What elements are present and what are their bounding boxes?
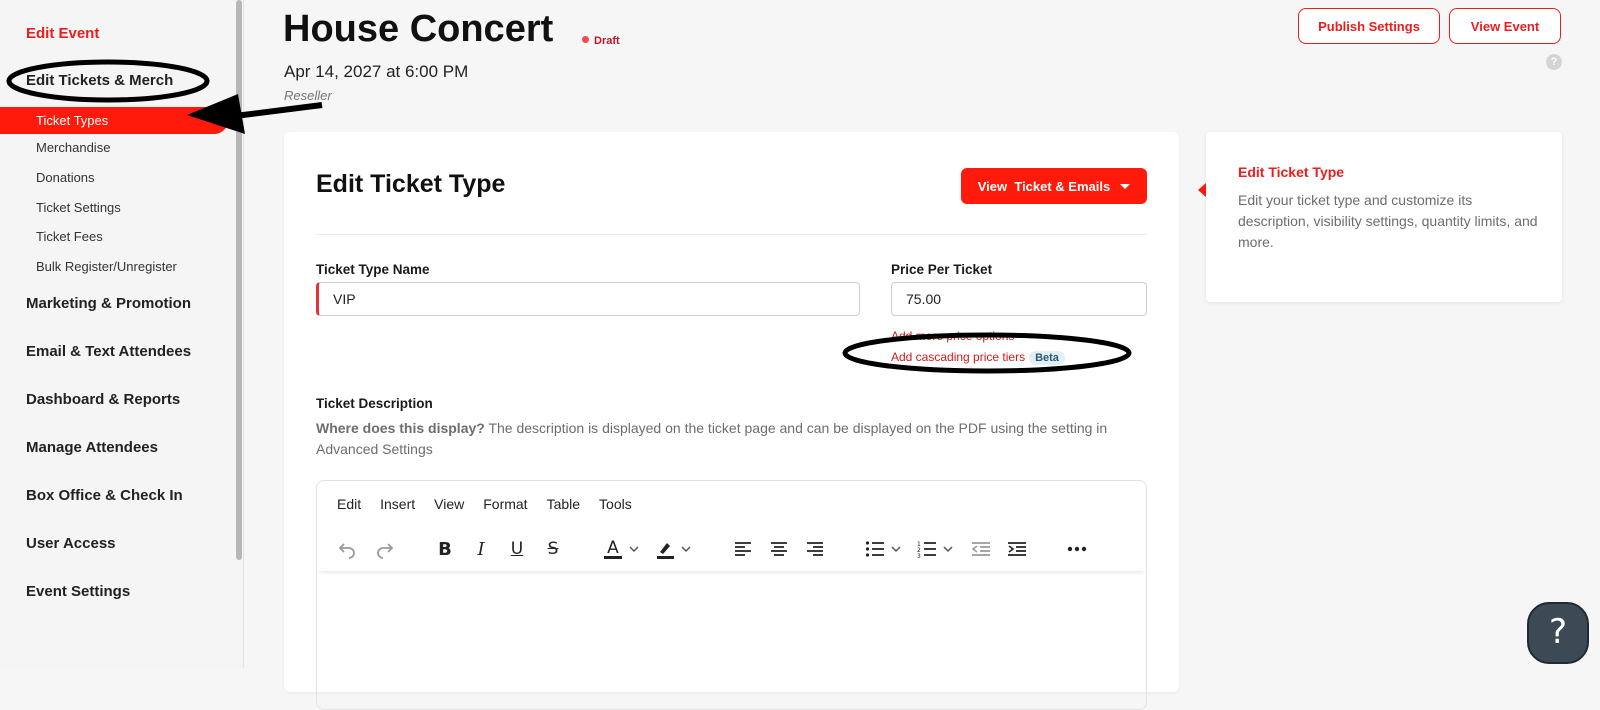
bullet-list-icon[interactable] [863,537,887,561]
description-label: Ticket Description [316,396,433,411]
align-center-icon[interactable] [767,537,791,561]
sidebar-item-edit-event[interactable]: Edit Event [26,25,99,42]
info-panel: Edit Ticket Type Edit your ticket type a… [1206,132,1562,302]
chevron-down-icon[interactable] [889,537,903,561]
beta-badge: Beta [1029,351,1065,365]
info-text: Edit your ticket type and customize its … [1238,192,1538,250]
underline-icon[interactable]: U [505,537,529,561]
sidebar-item-donations[interactable]: Donations [36,170,95,185]
text-color-icon[interactable]: A [601,537,625,561]
strikethrough-icon[interactable]: S [541,537,565,561]
price-input[interactable]: 75.00 [891,282,1147,316]
description-help-bold: Where does this display? [316,420,485,436]
sidebar-item-box-office[interactable]: Box Office & Check In [26,487,183,504]
sidebar-item-email-text[interactable]: Email & Text Attendees [26,343,191,360]
menu-edit[interactable]: Edit [337,496,361,512]
info-title: Edit Ticket Type [1238,164,1345,180]
numbered-list-icon[interactable]: 123 [915,537,939,561]
sidebar-item-marketing[interactable]: Marketing & Promotion [26,295,191,312]
view-ticket-emails-label: View Ticket & Emails [977,178,1111,194]
undo-icon[interactable] [335,537,359,561]
ticket-name-input[interactable]: VIP [316,282,860,316]
caret-down-icon [1120,183,1131,189]
status-dot-icon [582,36,589,43]
sidebar-item-manage-attendees[interactable]: Manage Attendees [26,439,158,456]
edit-ticket-card: Edit Ticket Type View Ticket & Emails Ti… [284,132,1179,710]
chevron-down-icon[interactable] [941,537,955,561]
rich-text-editor: Edit Insert View Format Table Tools B I U S A… [316,480,1147,710]
view-event-button[interactable]: View Event [1449,8,1561,44]
menu-table[interactable]: Table [547,496,580,512]
add-cascading-tiers-link[interactable]: Add cascading price tiers Beta [891,350,1065,365]
more-icon[interactable] [1065,537,1089,561]
price-label: Price Per Ticket [891,262,993,277]
align-left-icon[interactable] [731,537,755,561]
publish-settings-button[interactable]: Publish Settings [1298,8,1440,44]
status-label: Draft [594,35,620,47]
sidebar: Edit Event Edit Tickets & Merch Ticket T… [0,0,244,668]
description-help: Where does this display? The description… [316,418,1146,460]
sidebar-item-event-settings[interactable]: Event Settings [26,583,130,600]
help-icon[interactable]: ? [1546,54,1562,70]
divider [316,234,1147,235]
highlight-color-icon[interactable] [653,537,677,561]
menu-view[interactable]: View [434,496,464,512]
editor-menubar: Edit Insert View Format Table Tools [337,496,651,512]
ticket-name-label: Ticket Type Name [316,262,430,277]
sidebar-item-bulk-register[interactable]: Bulk Register/Unregister [36,259,177,274]
sidebar-item-label: Ticket Types [36,113,109,128]
menu-tools[interactable]: Tools [599,496,632,512]
sidebar-item-merchandise[interactable]: Merchandise [36,140,110,155]
bold-icon[interactable]: B [433,537,457,561]
view-ticket-emails-button[interactable]: View Ticket & Emails [961,168,1147,204]
sidebar-item-ticket-types[interactable]: Ticket Types [0,107,228,134]
add-price-options-link[interactable]: Add more price options [891,329,1014,343]
align-right-icon[interactable] [803,537,827,561]
sidebar-item-ticket-settings[interactable]: Ticket Settings [36,200,121,215]
help-chat-button[interactable]: ? [1527,602,1589,664]
sidebar-item-edit-tickets[interactable]: Edit Tickets & Merch [26,72,173,89]
sidebar-item-dashboard[interactable]: Dashboard & Reports [26,391,180,408]
add-cascading-label: Add cascading price tiers [891,350,1026,364]
editor-toolbar: B I U S A 123 [317,529,1146,571]
sidebar-item-user-access[interactable]: User Access [26,535,116,552]
sidebar-scrollbar[interactable] [236,0,242,560]
chevron-down-icon[interactable] [679,537,693,561]
menu-insert[interactable]: Insert [380,496,415,512]
sidebar-item-ticket-fees[interactable]: Ticket Fees [36,229,103,244]
indent-icon[interactable] [1005,537,1029,561]
status-badge: Draft [582,35,620,47]
menu-format[interactable]: Format [483,496,527,512]
page-title: Edit Ticket Type [316,170,506,198]
event-title: House Concert [283,8,554,50]
outdent-icon[interactable] [969,537,993,561]
redo-icon[interactable] [373,537,397,561]
info-pointer-icon [1198,183,1206,197]
event-date: Apr 14, 2027 at 6:00 PM [284,62,469,81]
italic-icon[interactable]: I [469,537,493,561]
chevron-down-icon[interactable] [627,537,641,561]
event-subtitle: Reseller [284,88,332,103]
svg-text:3: 3 [917,553,921,558]
